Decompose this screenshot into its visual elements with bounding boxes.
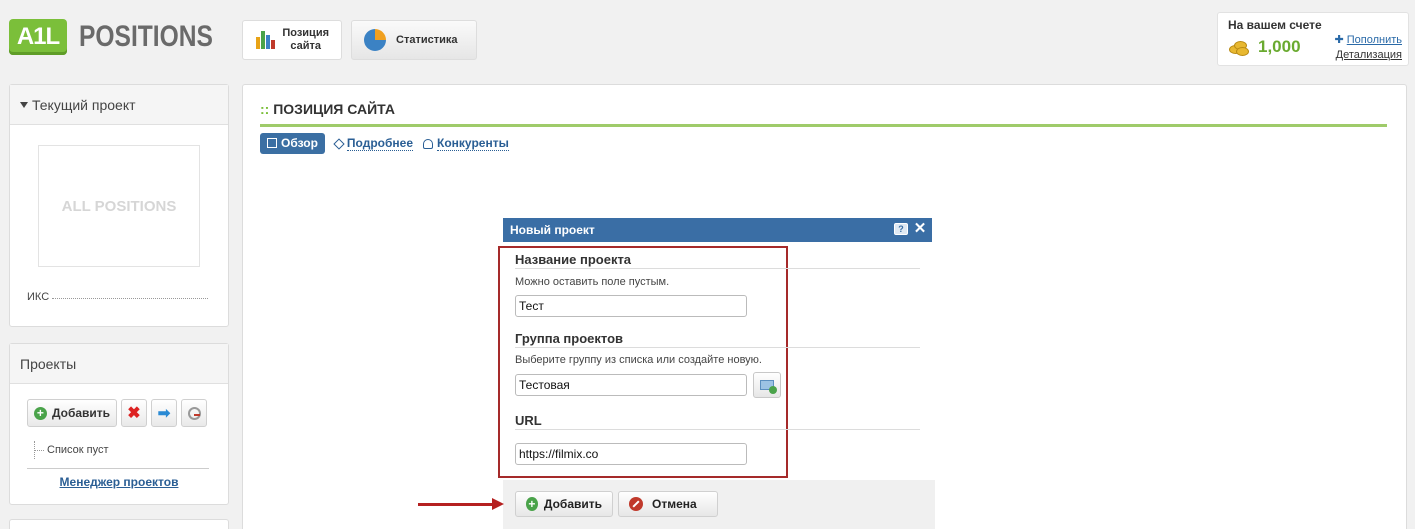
dialog-add-button[interactable]: + Добавить (515, 491, 613, 517)
annotation-arrow (418, 503, 494, 506)
add-group-button[interactable] (753, 372, 781, 398)
balance-box: На вашем счете 1,000 ✚ Пополнить Детализ… (1217, 12, 1409, 66)
cancel-icon (629, 497, 643, 511)
user-icon (423, 138, 434, 149)
title-underline (260, 124, 1387, 127)
current-project-header[interactable]: Текущий проект (10, 85, 228, 125)
plus-icon: ✚ (1334, 34, 1347, 46)
dialog-header[interactable]: Новый проект ? ✕ (503, 218, 932, 242)
project-group-title: Группа проектов (515, 331, 624, 346)
balance-title: На вашем счете (1228, 18, 1322, 32)
plus-badge-icon (769, 386, 777, 394)
delete-icon: ✖ (127, 405, 141, 422)
current-project-panel: Текущий проект ALL POSITIONS ИКС (9, 84, 229, 327)
dialog-title: Новый проект (510, 223, 595, 237)
project-logo-placeholder: ALL POSITIONS (38, 145, 200, 267)
pie-chart-icon (364, 29, 386, 51)
divider (515, 347, 920, 348)
add-project-button[interactable]: + Добавить (27, 399, 117, 427)
projects-header: Проекты (10, 344, 228, 384)
help-icon[interactable]: ? (894, 223, 908, 235)
page-tabs: Обзор Подробнее Конкуренты (260, 133, 509, 154)
nav-position-button[interactable]: Позиция сайта (242, 20, 342, 60)
plus-icon: + (33, 406, 47, 420)
nav-position-label: Позиция сайта (282, 27, 329, 52)
delete-project-button[interactable]: ✖ (121, 399, 147, 427)
page-title: :: ПОЗИЦИЯ САЙТА (260, 101, 395, 117)
nav-stats-button[interactable]: Статистика (351, 20, 477, 60)
app-logo[interactable]: A1L POSITIONS (9, 19, 242, 55)
project-name-hint: Можно оставить поле пустым. (515, 276, 670, 288)
project-group-input[interactable] (515, 374, 747, 396)
nav-stats-label: Статистика (396, 34, 458, 46)
tab-competitors[interactable]: Конкуренты (423, 136, 509, 151)
logo-badge: A1L (9, 19, 67, 55)
move-project-button[interactable]: ➡ (151, 399, 177, 427)
details-icon (333, 137, 345, 150)
topup-link[interactable]: Пополнить (1347, 34, 1402, 46)
coins-icon (1229, 39, 1249, 56)
project-manager-link[interactable]: Менеджер проектов (10, 475, 228, 489)
project-name-input[interactable] (515, 295, 747, 317)
url-title: URL (515, 413, 542, 428)
iks-dotted-line (52, 298, 208, 299)
balance-amount: 1,000 (1258, 37, 1301, 56)
project-group-hint: Выберите группу из списка или создайте н… (515, 354, 762, 366)
balance-links: ✚ Пополнить Детализация (1334, 33, 1402, 63)
sidebar-next-panel (9, 519, 229, 529)
logo-text: POSITIONS (79, 20, 213, 53)
overview-icon (267, 138, 277, 148)
project-name-title: Название проекта (515, 252, 632, 267)
empty-list-text: Список пуст (34, 441, 109, 459)
divider (515, 429, 920, 430)
projects-panel: Проекты + Добавить ✖ ➡ Список пуст Менед… (9, 343, 229, 505)
bar-chart-icon (255, 29, 275, 51)
divider (515, 268, 920, 269)
url-input[interactable] (515, 443, 747, 465)
arrow-right-icon: ➡ (157, 405, 171, 422)
tab-overview[interactable]: Обзор (260, 133, 325, 154)
dialog-cancel-button[interactable]: Отмена (618, 491, 718, 517)
clock-button[interactable] (181, 399, 207, 427)
collapse-triangle-icon (20, 102, 28, 108)
annotation-arrow-head (492, 498, 504, 510)
divider (27, 468, 209, 469)
details-link[interactable]: Детализация (1336, 49, 1402, 61)
clock-icon (187, 406, 201, 420)
tab-details[interactable]: Подробнее (333, 136, 414, 151)
close-icon[interactable]: ✕ (912, 221, 928, 237)
plus-icon: + (526, 497, 538, 511)
iks-label: ИКС (27, 291, 50, 303)
projects-toolbar: + Добавить ✖ ➡ (27, 399, 207, 427)
